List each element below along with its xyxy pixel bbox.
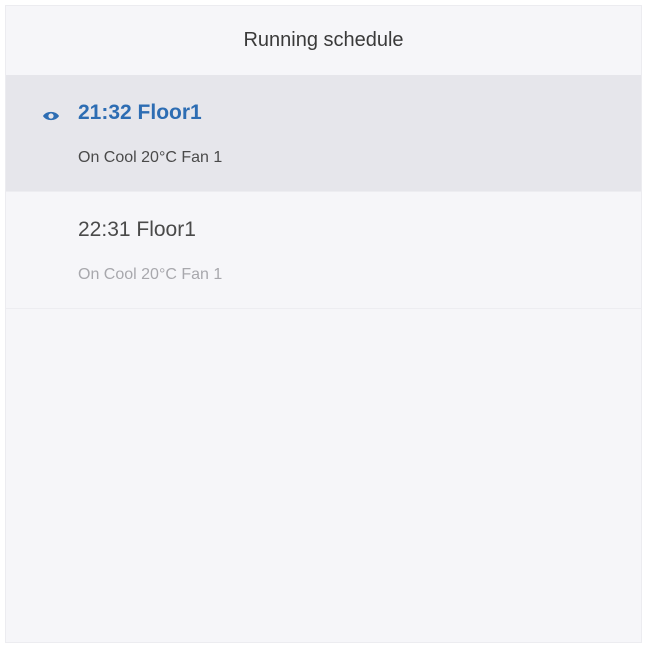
schedule-item-title: 21:32 Floor1 [78,101,202,124]
schedule-item-detail: On Cool 20°C Fan 1 [78,266,223,283]
schedule-list: 21:32 Floor1 On Cool 20°C Fan 1 22:31 Fl… [6,75,641,309]
schedule-item-title: 22:31 Floor1 [78,218,196,241]
schedule-item[interactable]: 22:31 Floor1 On Cool 20°C Fan 1 [6,192,641,309]
schedule-item-detail: On Cool 20°C Fan 1 [78,149,223,166]
eye-icon [43,111,59,121]
schedule-item-active[interactable]: 21:32 Floor1 On Cool 20°C Fan 1 [6,75,641,192]
page-title: Running schedule [243,29,404,51]
running-schedule-panel: Running schedule 21:32 Floor1 On Cool 20… [5,5,642,643]
